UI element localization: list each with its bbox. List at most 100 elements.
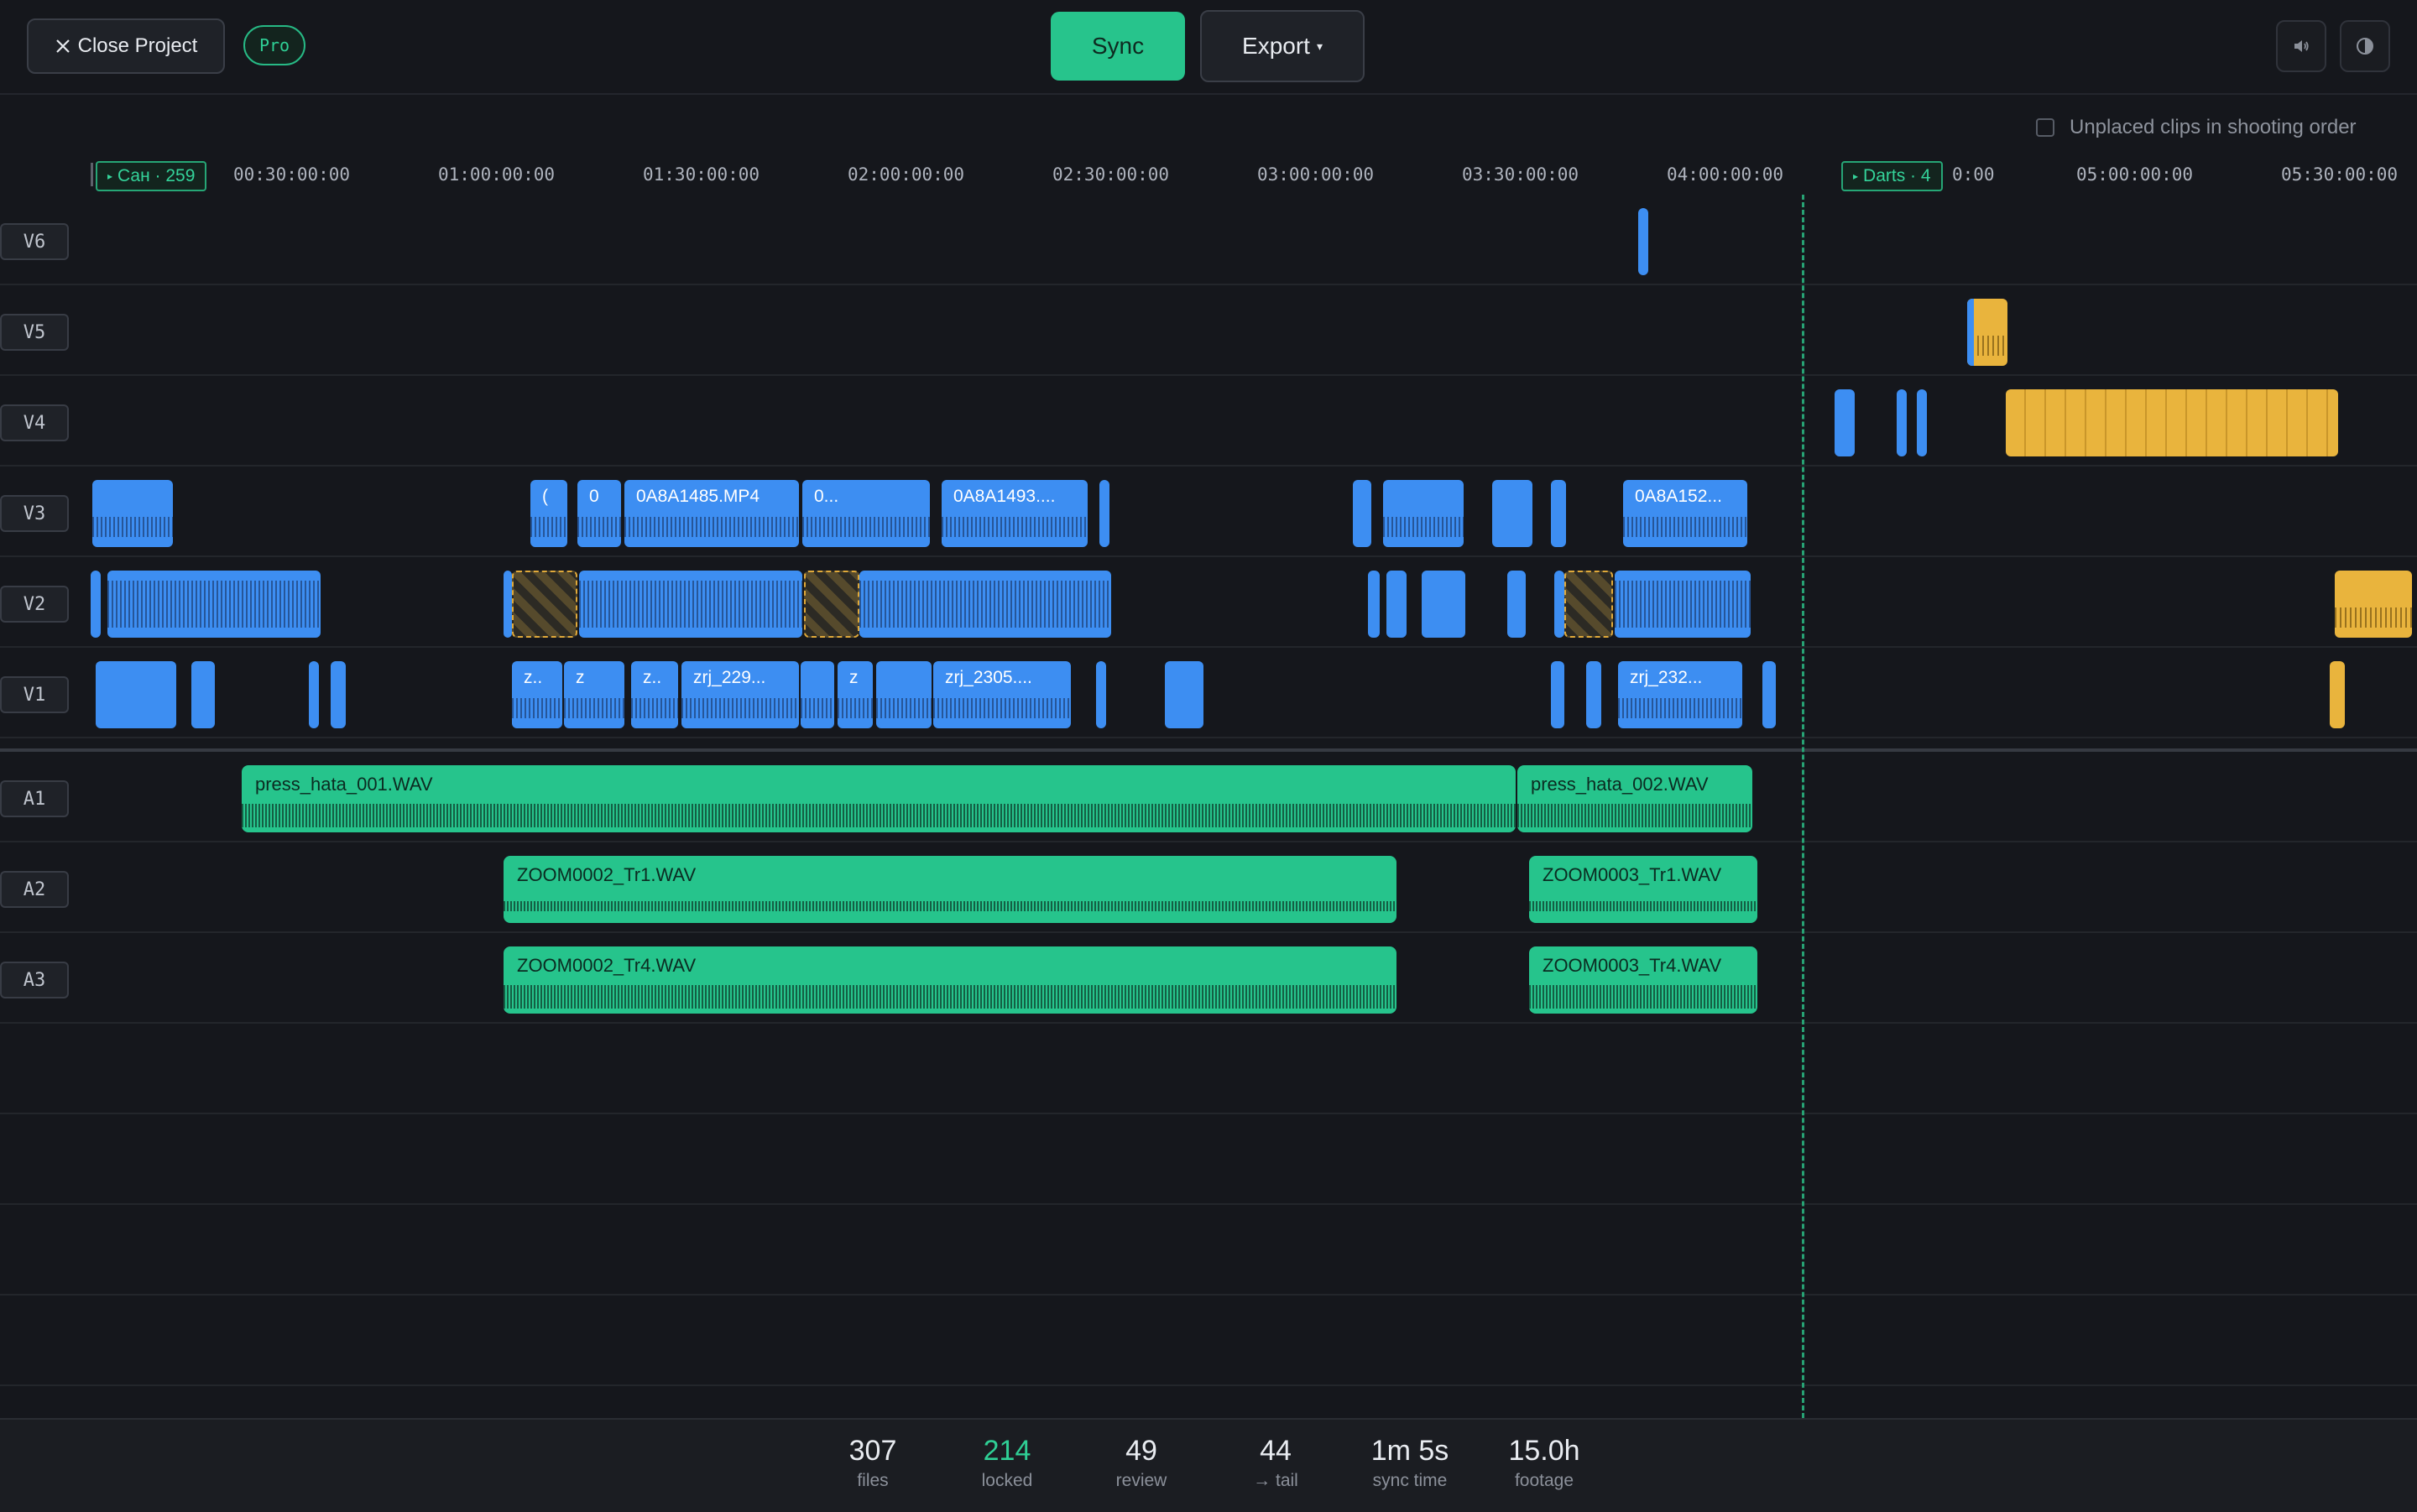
video-clip[interactable]	[1638, 208, 1648, 275]
video-clip[interactable]	[309, 661, 319, 728]
clip-label: 0A8A152...	[1635, 487, 1722, 506]
audio-clip[interactable]: press_hata_001.WAV	[242, 765, 1516, 832]
track-label[interactable]: V6	[0, 223, 69, 260]
unplaced-clips-option[interactable]: Unplaced clips in shooting order	[2036, 116, 2357, 139]
audio-clip[interactable]: ZOOM0002_Tr1.WAV	[504, 856, 1396, 923]
stat-label: → tail	[1253, 1471, 1298, 1490]
video-clip[interactable]	[92, 480, 173, 547]
video-clip[interactable]: 0	[577, 480, 621, 547]
timecode-ruler[interactable]: 00:30:00:00 01:00:00:00 01:30:00:00 02:0…	[91, 159, 2417, 193]
playhead[interactable]	[1802, 195, 1804, 1418]
track-label[interactable]: V2	[0, 586, 69, 623]
video-clip[interactable]: zrj_2305....	[933, 661, 1071, 728]
video-clip[interactable]	[579, 571, 802, 638]
clip-label: zrj_2305....	[945, 668, 1032, 687]
video-clip[interactable]	[1586, 661, 1601, 728]
offset-clip[interactable]	[1967, 299, 2007, 366]
scene-marker[interactable]: ▸ Сан · 259	[96, 161, 207, 191]
offset-clip[interactable]	[2335, 571, 2412, 638]
track-label[interactable]: A2	[0, 871, 69, 908]
video-clip[interactable]	[1551, 480, 1566, 547]
track-label[interactable]: A3	[0, 962, 69, 998]
scene-marker[interactable]: ▸ Darts · 4	[1841, 161, 1943, 191]
video-clip[interactable]	[1554, 571, 1564, 638]
video-clip[interactable]	[876, 661, 932, 728]
scene-marker-label: Сан · 259	[117, 166, 196, 185]
video-clip[interactable]: z..	[512, 661, 562, 728]
video-clip[interactable]	[1897, 389, 1907, 456]
video-clip[interactable]	[1551, 661, 1564, 728]
audio-clip[interactable]: ZOOM0002_Tr4.WAV	[504, 946, 1396, 1014]
video-clip[interactable]	[1835, 389, 1855, 456]
empty-lane	[0, 1024, 2417, 1114]
clip-label: z..	[524, 668, 543, 687]
video-clip[interactable]	[191, 661, 215, 728]
video-clip[interactable]: (	[530, 480, 567, 547]
video-clip[interactable]	[1917, 389, 1927, 456]
track-label[interactable]: V5	[0, 314, 69, 351]
video-clip[interactable]: z	[838, 661, 873, 728]
audio-clip[interactable]: ZOOM0003_Tr4.WAV	[1529, 946, 1757, 1014]
theme-toggle-button[interactable]	[2340, 20, 2390, 72]
video-clip[interactable]	[859, 571, 1111, 638]
video-clip[interactable]	[1368, 571, 1380, 638]
track-label[interactable]: V4	[0, 404, 69, 441]
stat-footage: 15.0h footage	[1477, 1435, 1611, 1491]
video-clip[interactable]	[91, 571, 101, 638]
video-clip[interactable]: z..	[631, 661, 678, 728]
sync-button[interactable]: Sync	[1051, 12, 1185, 81]
clip-label: 0A8A1485.MP4	[636, 487, 760, 506]
video-clip[interactable]	[1762, 661, 1776, 728]
video-clip[interactable]: 0A8A1493....	[942, 480, 1088, 547]
close-project-button[interactable]: Close Project	[27, 18, 225, 74]
stat-value: 214	[983, 1435, 1031, 1467]
unplaced-clips-checkbox[interactable]	[2036, 118, 2054, 137]
video-clip[interactable]	[1383, 480, 1464, 547]
play-triangle-icon: ▸	[107, 170, 113, 182]
audio-clip[interactable]: ZOOM0003_Tr1.WAV	[1529, 856, 1757, 923]
video-clip[interactable]: 0...	[802, 480, 930, 547]
track-label[interactable]: V3	[0, 495, 69, 532]
video-clip[interactable]	[1353, 480, 1371, 547]
video-clip[interactable]	[1507, 571, 1526, 638]
volume-button[interactable]	[2276, 20, 2326, 72]
track-v3: V3 ( 0 0A8A1485.MP4 0... 0A8A1493.... 0A…	[0, 467, 2417, 557]
conflict-clip[interactable]	[1564, 571, 1613, 638]
video-clip[interactable]	[1492, 480, 1532, 547]
audio-clip[interactable]: press_hata_002.WAV	[1517, 765, 1752, 832]
offset-clip-group[interactable]	[2006, 389, 2338, 456]
video-clip[interactable]	[96, 661, 176, 728]
video-clip[interactable]	[1422, 571, 1465, 638]
video-clip[interactable]: z	[564, 661, 624, 728]
video-clip[interactable]	[1386, 571, 1407, 638]
offset-clip[interactable]	[2330, 661, 2345, 728]
track-v4: V4	[0, 376, 2417, 467]
conflict-clip[interactable]	[512, 571, 577, 638]
clip-label: ZOOM0002_Tr1.WAV	[517, 864, 697, 885]
video-clip[interactable]	[1096, 661, 1106, 728]
video-clip[interactable]: zrj_229...	[681, 661, 799, 728]
track-v6: V6	[0, 195, 2417, 285]
export-button[interactable]: Export ▾	[1200, 10, 1365, 82]
video-clip[interactable]	[331, 661, 346, 728]
track-label[interactable]: A1	[0, 780, 69, 817]
video-clip[interactable]	[107, 571, 321, 638]
video-clip[interactable]: zrj_232...	[1618, 661, 1742, 728]
video-clip[interactable]: 0A8A1485.MP4	[624, 480, 799, 547]
stat-value: 49	[1125, 1435, 1157, 1467]
toolbar: Close Project Pro Sync Export ▾	[0, 0, 2417, 95]
conflict-clip[interactable]	[804, 571, 859, 638]
video-clip[interactable]	[1615, 571, 1751, 638]
video-clip[interactable]: 0A8A152...	[1623, 480, 1747, 547]
video-clip[interactable]	[1099, 480, 1109, 547]
clip-label: z	[576, 668, 585, 687]
video-clip[interactable]	[504, 571, 512, 638]
clip-label: 0	[589, 487, 599, 506]
track-label[interactable]: V1	[0, 676, 69, 713]
pro-badge: Pro	[243, 25, 305, 65]
clip-label: press_hata_001.WAV	[255, 774, 433, 795]
track-a2: A2 ZOOM0002_Tr1.WAV ZOOM0003_Tr1.WAV	[0, 842, 2417, 933]
video-clip[interactable]	[1165, 661, 1203, 728]
video-clip[interactable]	[801, 661, 834, 728]
audio-video-divider	[0, 748, 2417, 752]
